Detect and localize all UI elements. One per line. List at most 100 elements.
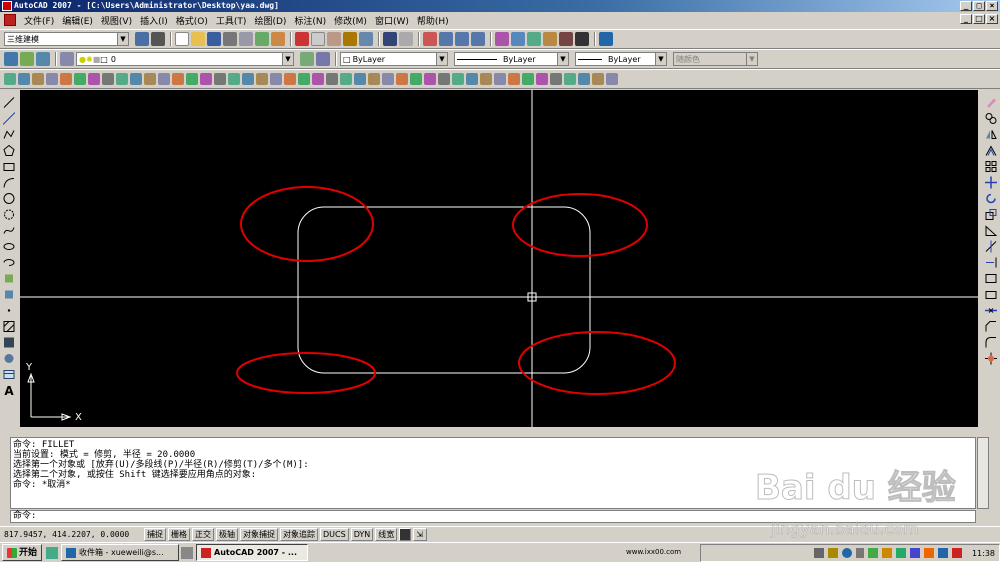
materials-icon[interactable] (424, 73, 436, 85)
lineweight-toggle[interactable]: 线宽 (375, 527, 398, 541)
workspace-dropdown[interactable]: 三维建模 ▼ (4, 32, 129, 46)
flatshot-icon[interactable] (368, 73, 380, 85)
hidden-icon[interactable] (592, 73, 604, 85)
linetype-dropdown[interactable]: ByLayer ▼ (454, 52, 569, 66)
pan-icon[interactable] (423, 32, 437, 46)
menu-view[interactable]: 视图(V) (97, 14, 136, 27)
chamfer-icon[interactable] (985, 320, 997, 333)
sun-properties-icon[interactable] (494, 73, 506, 85)
command-history[interactable]: 命令: FILLET 当前设置: 模式 = 修剪, 半径 = 20.0000 选… (10, 437, 976, 509)
box-icon[interactable] (60, 73, 72, 85)
pyramid-icon[interactable] (144, 73, 156, 85)
sheet-set-icon[interactable] (543, 32, 557, 46)
tray-outlook-icon[interactable] (937, 548, 948, 558)
workspace-save-icon[interactable] (151, 32, 165, 46)
save-icon[interactable] (207, 32, 221, 46)
hatch-icon[interactable] (3, 320, 15, 333)
union-icon[interactable] (256, 73, 268, 85)
plot-preview-icon[interactable] (239, 32, 253, 46)
3d-wireframe-icon[interactable] (606, 73, 618, 85)
otrack-toggle[interactable]: 对象追踪 (280, 527, 318, 541)
render-settings-icon[interactable] (508, 73, 520, 85)
model-icon[interactable] (399, 527, 412, 541)
extrude-icon[interactable] (186, 73, 198, 85)
undo-icon[interactable] (383, 32, 397, 46)
free-orbit-icon[interactable] (18, 73, 30, 85)
spline-icon[interactable] (3, 224, 15, 237)
move-icon[interactable] (985, 176, 997, 189)
solid-history-icon[interactable] (382, 73, 394, 85)
drawing-canvas[interactable]: Y X (20, 90, 978, 427)
ducs-toggle[interactable]: DUCS (320, 527, 349, 541)
calculator-icon[interactable] (575, 32, 589, 46)
shaded-icon[interactable] (550, 73, 562, 85)
3d-rotate-icon[interactable] (312, 73, 324, 85)
menu-dimension[interactable]: 标注(N) (290, 14, 330, 27)
menu-edit[interactable]: 编辑(E) (58, 14, 97, 27)
polar-toggle[interactable]: 极轴 (216, 527, 238, 541)
rectangle-icon[interactable] (3, 160, 15, 173)
visual-style-icon[interactable] (396, 73, 408, 85)
sweep-icon[interactable] (214, 73, 226, 85)
command-scrollbar[interactable] (977, 437, 989, 509)
circle-icon[interactable] (3, 192, 15, 205)
3d-dwf-icon[interactable] (271, 32, 285, 46)
erase-icon[interactable] (985, 96, 997, 109)
design-center-icon[interactable] (511, 32, 525, 46)
intersect-icon[interactable] (284, 73, 296, 85)
region-icon[interactable] (3, 352, 15, 365)
array-icon[interactable] (985, 160, 997, 173)
break-icon[interactable] (985, 288, 997, 301)
microphone-icon[interactable] (855, 548, 864, 558)
osnap-toggle[interactable]: 对象捕捉 (240, 527, 278, 541)
plot-icon[interactable] (223, 32, 237, 46)
menu-draw[interactable]: 绘图(D) (250, 14, 290, 27)
grid-toggle[interactable]: 栅格 (168, 527, 190, 541)
doc-close-button[interactable]: × (986, 14, 998, 24)
revolve-icon[interactable] (228, 73, 240, 85)
tray-im-icon[interactable] (909, 548, 920, 558)
task-group-icon[interactable] (181, 546, 194, 559)
mirror-icon[interactable] (985, 128, 997, 141)
continuous-orbit-icon[interactable] (32, 73, 44, 85)
render-icon[interactable] (410, 73, 422, 85)
conceptual-icon[interactable] (564, 73, 576, 85)
multiline-text-icon[interactable]: A (4, 384, 13, 398)
layers-icon[interactable] (60, 52, 74, 66)
fly-icon[interactable] (480, 73, 492, 85)
dyn-toggle[interactable]: DYN (350, 527, 374, 541)
tray-app-icon[interactable] (813, 548, 824, 558)
layer-state-icon[interactable] (20, 52, 34, 66)
table-icon[interactable] (3, 368, 15, 381)
rotate-icon[interactable] (985, 192, 997, 205)
copy-icon[interactable] (311, 32, 325, 46)
cylinder-icon[interactable] (116, 73, 128, 85)
document-icon[interactable] (4, 14, 16, 26)
lineweight-dropdown[interactable]: ByLayer ▼ (575, 52, 667, 66)
command-input[interactable]: 命令: (10, 510, 976, 523)
walk-icon[interactable] (466, 73, 478, 85)
lights-icon[interactable] (438, 73, 450, 85)
tray-settings-icon[interactable] (881, 548, 892, 558)
open-icon[interactable] (191, 32, 205, 46)
zoom-window-icon[interactable] (455, 32, 469, 46)
properties-icon[interactable] (495, 32, 509, 46)
cut-icon[interactable] (295, 32, 309, 46)
fillet-icon[interactable] (985, 336, 997, 349)
tray-shield-icon[interactable] (827, 548, 838, 558)
extend-icon[interactable] (985, 256, 997, 269)
explode-icon[interactable] (985, 352, 997, 365)
arc-icon[interactable] (3, 176, 15, 189)
realistic-icon[interactable] (536, 73, 548, 85)
loft-icon[interactable] (242, 73, 254, 85)
filleted-rectangle[interactable] (297, 206, 591, 374)
show-desktop-icon[interactable] (46, 546, 59, 559)
menu-insert[interactable]: 插入(I) (136, 14, 172, 27)
tray-network-icon[interactable] (895, 548, 906, 558)
menu-tools[interactable]: 工具(T) (212, 14, 251, 27)
menu-modify[interactable]: 修改(M) (330, 14, 371, 27)
sphere-icon[interactable] (102, 73, 114, 85)
3d-move-icon[interactable] (298, 73, 310, 85)
maximize-button[interactable]: □ (973, 1, 985, 11)
wedge-icon[interactable] (74, 73, 86, 85)
